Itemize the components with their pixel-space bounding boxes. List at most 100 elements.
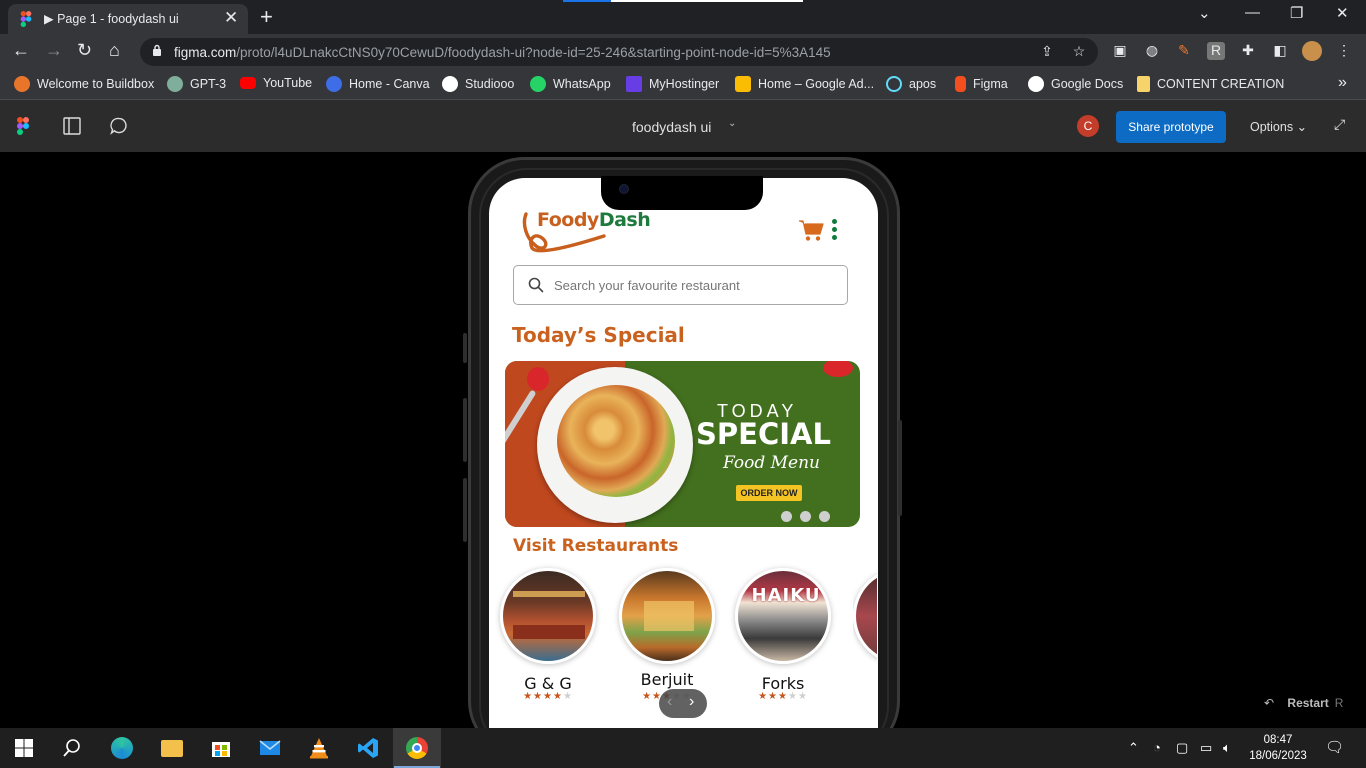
notifications-icon[interactable]: 🗨︎ <box>1325 738 1344 756</box>
profile-avatar-icon[interactable] <box>1302 41 1322 61</box>
side-panel-icon[interactable]: ◧ <box>1271 42 1289 60</box>
meet-now-icon[interactable]: ▢ <box>1176 740 1188 756</box>
carousel-dot[interactable] <box>800 511 811 522</box>
vlc-icon <box>310 738 328 759</box>
chevron-left-icon[interactable]: ‹ <box>667 693 672 711</box>
chrome-menu-icon[interactable]: ⋮ <box>1335 42 1353 60</box>
figma-favicon-icon <box>20 11 32 32</box>
bookmark-4[interactable]: Studiooo <box>442 76 514 92</box>
r-extension-icon[interactable]: R <box>1207 42 1225 60</box>
restart-label: Restart <box>1287 696 1329 710</box>
banner-line-food-menu: Food Menu <box>723 453 820 473</box>
restaurant-card-forks[interactable]: HAIKU Forks ★★★★★ <box>735 568 831 702</box>
bookmark-10[interactable]: Google Docs <box>1028 76 1123 92</box>
star-empty-icon: ★ <box>797 691 808 702</box>
chevron-down-icon[interactable]: ⌄ <box>728 118 736 129</box>
star-filled-icon: ★ <box>778 691 788 702</box>
address-bar[interactable]: figma.com/proto/l4uDLnakcCtNS0y70CewuD/f… <box>140 38 1098 66</box>
bookmark-3[interactable]: Home - Canva <box>326 76 430 92</box>
restart-button[interactable]: ↶ Restart R <box>1264 696 1343 710</box>
wifi-icon[interactable]: ◔ <box>1153 740 1161 755</box>
taskbar-vscode[interactable] <box>344 728 392 768</box>
strawberry-icon <box>527 367 549 391</box>
restaurant-card-gg[interactable]: G & G ★★★★★ <box>500 568 596 702</box>
star-filled-icon: ★ <box>543 691 553 702</box>
pen-extension-icon[interactable]: ✎ <box>1175 42 1193 60</box>
folder-icon <box>1137 76 1150 92</box>
phone-power-button <box>898 420 902 516</box>
carousel-dot[interactable] <box>781 511 792 522</box>
home-icon[interactable]: ⌂ <box>109 40 120 61</box>
star-filled-icon: ★ <box>768 691 779 702</box>
more-bookmarks-button[interactable]: » <box>1338 74 1347 92</box>
bookmark-1[interactable]: GPT-3 <box>167 76 226 92</box>
restaurant-photo-forks: HAIKU <box>735 568 831 664</box>
file-title[interactable]: foodydash ui <box>632 119 711 135</box>
tab-close-icon[interactable]: ✕ <box>224 8 238 28</box>
bookmark-star-icon[interactable]: ☆ <box>1070 43 1088 61</box>
taskbar-explorer[interactable] <box>148 728 196 768</box>
system-clock[interactable]: 08:47 18/06/2023 <box>1248 732 1308 764</box>
haiku-sign: HAIKU <box>751 585 821 606</box>
globe-extension-icon[interactable]: ◍ <box>1143 42 1161 60</box>
taskbar-store[interactable] <box>197 728 245 768</box>
taskbar-edge[interactable] <box>98 728 146 768</box>
react-icon <box>886 76 902 92</box>
bookmark-6[interactable]: MyHostinger <box>626 76 719 92</box>
start-button[interactable] <box>0 728 48 768</box>
figma-toolbar: foodydash ui ⌄ C Share prototype Options… <box>0 100 1366 152</box>
carousel-dot[interactable] <box>819 511 830 522</box>
cart-icon[interactable] <box>798 218 826 247</box>
restaurant-card-berjuit[interactable]: Berjuit ★★★★★ <box>619 568 715 702</box>
new-tab-button[interactable]: + <box>260 4 273 30</box>
battery-icon[interactable]: ▭ <box>1200 740 1212 756</box>
more-menu-icon[interactable] <box>832 219 838 241</box>
bookmark-2[interactable]: YouTube <box>240 76 312 90</box>
bookmark-9[interactable]: Figma <box>955 76 1008 92</box>
star-rating: ★★★★★ <box>500 691 596 702</box>
bookmark-0[interactable]: Welcome to Buildbox <box>14 76 154 92</box>
tab-title: ▶ Page 1 - foodydash ui <box>44 12 179 26</box>
bookmark-7[interactable]: Home – Google Ad... <box>735 76 874 92</box>
share-page-icon[interactable]: ⇪ <box>1038 43 1056 61</box>
forward-icon[interactable]: → <box>45 40 63 61</box>
loading-indicator-accent <box>563 0 611 2</box>
star-filled-icon: ★ <box>523 691 534 702</box>
taskbar-search-button[interactable] <box>48 728 96 768</box>
fried-rice-image <box>557 385 675 497</box>
youtube-icon <box>240 77 256 89</box>
taskbar-chrome[interactable] <box>393 728 441 768</box>
comment-icon[interactable] <box>110 117 128 140</box>
taskbar-vlc[interactable] <box>295 728 343 768</box>
reload-icon[interactable]: ↻ <box>77 40 92 61</box>
bookmark-8[interactable]: apos <box>886 76 936 92</box>
back-icon[interactable]: ← <box>12 40 30 61</box>
volume-icon[interactable]: 🔈︎ <box>1223 740 1231 756</box>
taskbar-mail[interactable] <box>246 728 294 768</box>
vscode-icon <box>358 738 378 758</box>
share-prototype-button[interactable]: Share prototype <box>1116 111 1226 143</box>
bookmarks-bar: Welcome to Buildbox GPT-3 YouTube Home -… <box>0 70 1366 100</box>
order-now-button[interactable]: ORDER NOW <box>736 485 802 501</box>
foodydash-logo[interactable]: FoodyDash <box>520 206 651 254</box>
canva-icon <box>326 76 342 92</box>
tab-search-chevron-icon[interactable]: ⌄ <box>1198 4 1211 22</box>
chevron-right-icon[interactable]: › <box>689 693 694 711</box>
minimize-icon[interactable]: — <box>1245 4 1260 21</box>
avatar[interactable]: C <box>1077 115 1099 137</box>
browser-tab[interactable]: ▶ Page 1 - foodydash ui ✕ <box>8 4 248 34</box>
restore-icon[interactable]: ❐ <box>1290 4 1303 22</box>
extensions-puzzle-icon[interactable]: ✚ <box>1239 42 1257 60</box>
fullscreen-icon[interactable]: ⤢ <box>1334 116 1345 133</box>
restaurant-card-partial[interactable] <box>853 568 877 664</box>
options-button[interactable]: Options ⌄ <box>1250 119 1307 134</box>
restaurant-search-input[interactable]: Search your favourite restaurant <box>513 265 848 305</box>
todays-special-banner[interactable]: TODAY SPECIAL Food Menu ORDER NOW <box>505 361 860 527</box>
tray-chevron-up-icon[interactable]: ⌃ <box>1128 740 1139 756</box>
cast-icon[interactable]: ▣ <box>1111 42 1129 60</box>
close-window-icon[interactable]: ✕ <box>1336 4 1349 22</box>
bookmark-5[interactable]: WhatsApp <box>530 76 611 92</box>
figma-logo-icon[interactable] <box>17 117 29 140</box>
bookmark-11[interactable]: CONTENT CREATION <box>1137 76 1284 92</box>
sidebar-toggle-icon[interactable] <box>63 117 81 140</box>
